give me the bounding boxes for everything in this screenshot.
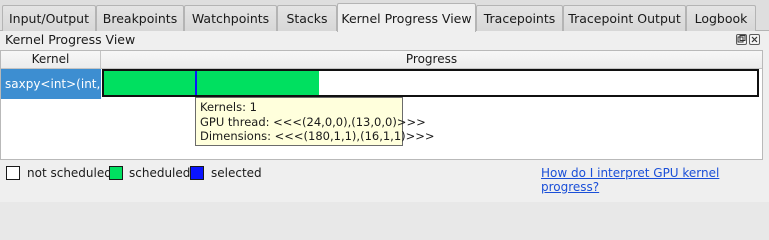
tooltip-dimensions: Dimensions: <<<(180,1,1),(16,1,1)>>> [200,129,435,143]
tooltip-gpu-thread: GPU thread: <<<(24,0,0),(13,0,0)>>> [200,114,426,129]
tab-label: Breakpoints [102,11,178,26]
column-header-progress[interactable]: Progress [101,52,762,68]
kernel-progress-bar[interactable] [102,69,759,97]
tab-watchpoints[interactable]: Watchpoints [184,5,277,31]
tab-label: Tracepoints [483,11,556,26]
tab-label: Tracepoint Output [568,11,681,26]
tooltip-kernels: Kernels: 1 [200,100,257,114]
tab-label: Input/Output [9,11,89,26]
legend-scheduled-swatch [109,166,123,180]
table-row-kernel-cell[interactable]: saxpy<int>(int, ... [1,69,101,99]
help-link[interactable]: How do I interpret GPU kernel progress? [541,166,769,194]
float-window-icon[interactable] [736,34,747,45]
kernel-tooltip: Kernels: 1 GPU thread: <<<(24,0,0),(13,0… [195,97,435,146]
legend-not-scheduled-swatch [6,166,20,180]
legend-scheduled-label: scheduled [129,166,191,180]
progress-selected-marker[interactable] [195,71,197,95]
tab-label: Logbook [694,11,748,26]
legend-selected-label: selected [211,166,262,180]
tab-label: Stacks [286,11,328,26]
tab-label: Watchpoints [191,11,270,26]
panel-title: Kernel Progress View [5,32,136,47]
legend-selected-swatch [190,166,204,180]
legend-not-scheduled-label: not scheduled [27,166,112,180]
tab-tracepoint-output[interactable]: Tracepoint Output [563,5,686,31]
tab-stacks[interactable]: Stacks [277,5,337,31]
table-header: Kernel Progress [1,51,762,69]
tab-label: Kernel Progress View [341,10,472,26]
close-icon[interactable] [749,34,760,45]
tab-bar: Input/Output Breakpoints Watchpoints Sta… [0,0,769,32]
tab-tracepoints[interactable]: Tracepoints [476,5,563,31]
tab-logbook[interactable]: Logbook [686,5,756,31]
tab-kernel-progress-view[interactable]: Kernel Progress View [337,3,476,32]
progress-scheduled-segment [104,71,319,95]
tab-input-output[interactable]: Input/Output [2,5,96,31]
column-header-kernel[interactable]: Kernel [1,52,100,68]
tab-breakpoints[interactable]: Breakpoints [96,5,184,31]
